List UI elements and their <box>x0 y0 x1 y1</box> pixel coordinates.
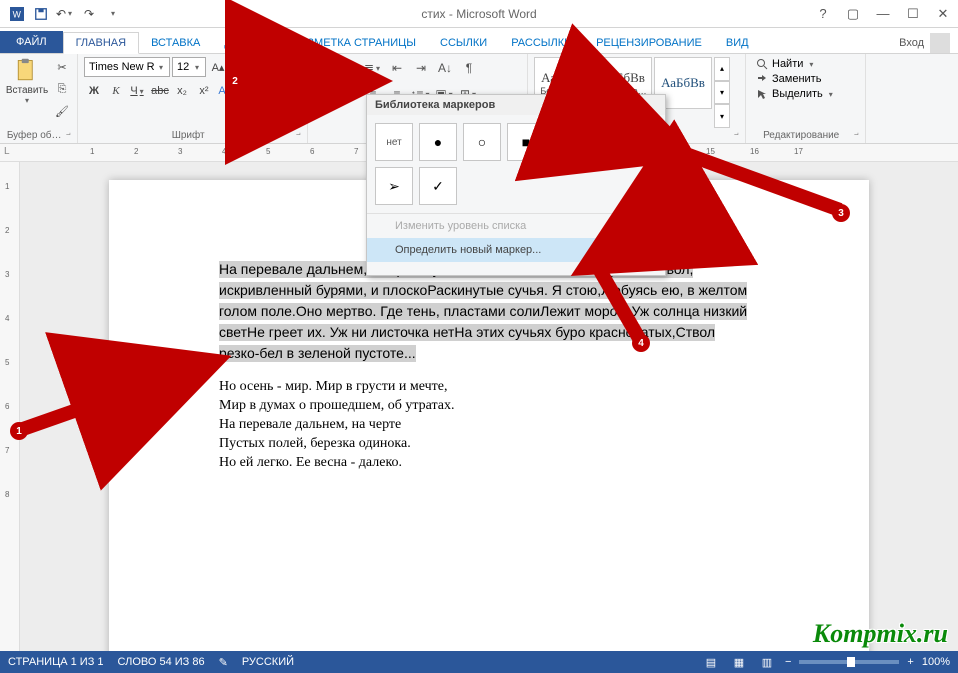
view-print-icon[interactable]: ▦ <box>729 654 749 670</box>
italic-button[interactable]: К <box>106 81 126 101</box>
tab-view[interactable]: ВИД <box>714 33 761 53</box>
status-words[interactable]: СЛОВО 54 ИЗ 86 <box>118 656 205 668</box>
signin-link[interactable]: Вход <box>899 37 924 49</box>
resize-grip-icon[interactable]: ⋰ <box>367 262 665 275</box>
bullet-define-new[interactable]: Определить новый маркер... <box>367 238 665 262</box>
word-icon[interactable]: W <box>6 3 28 25</box>
copy-icon[interactable]: ⎘ <box>52 79 72 99</box>
status-lang[interactable]: РУССКИЙ <box>242 656 294 668</box>
strike-button[interactable]: abc <box>150 81 170 101</box>
bullet-library-dropdown: Библиотека маркеров нет ● ○ ■ ✦ ❖ ➢ ✓ Из… <box>366 94 666 276</box>
increase-indent-icon[interactable]: ⇥ <box>410 57 432 79</box>
callout-badge-3: 3 <box>832 204 850 222</box>
callout-badge-1: 1 <box>10 422 28 440</box>
tab-references[interactable]: ССЫЛКИ <box>428 33 499 53</box>
zoom-value[interactable]: 100% <box>922 656 950 668</box>
tab-layout[interactable]: РАЗМЕТКА СТРАНИЦЫ <box>282 33 428 53</box>
bullet-none[interactable]: нет <box>375 123 413 161</box>
tab-mailings[interactable]: РАССЫЛКИ <box>499 33 584 53</box>
bullet-arrow[interactable]: ➢ <box>375 167 413 205</box>
maximize-icon[interactable]: ☐ <box>898 3 928 25</box>
clipboard-label: Буфер об… <box>6 128 71 141</box>
bullet-check[interactable]: ✓ <box>419 167 457 205</box>
underline-button[interactable]: Ч▾ <box>128 81 148 101</box>
bullet-change-level: Изменить уровень списка▸ <box>367 214 665 238</box>
tab-file[interactable]: ФАЙЛ <box>0 31 63 53</box>
watermark: Kompmix.ru <box>813 619 948 649</box>
editing-label: Редактирование <box>752 128 859 141</box>
group-editing: Найти▾ Заменить Выделить▾ Редактирование <box>746 54 866 143</box>
multilevel-button[interactable]: ≣▾ <box>362 57 384 79</box>
decrease-indent-icon[interactable]: ⇤ <box>386 57 408 79</box>
replace-button[interactable]: Заменить <box>752 72 839 86</box>
undo-icon[interactable]: ↶▾ <box>54 3 76 25</box>
bullet-disc[interactable]: ● <box>419 123 457 161</box>
minimize-icon[interactable]: — <box>868 3 898 25</box>
tab-home[interactable]: ГЛАВНАЯ <box>63 32 139 54</box>
zoom-out-icon[interactable]: − <box>785 656 791 668</box>
svg-text:W: W <box>13 9 22 19</box>
window-controls: ? ▢ — ☐ ✕ <box>808 3 958 25</box>
numbering-button[interactable]: 1≡▾ <box>338 57 360 79</box>
tab-review[interactable]: РЕЦЕНЗИРОВАНИЕ <box>584 33 714 53</box>
status-proofing-icon[interactable]: ✎ <box>219 656 228 669</box>
callout-badge-2: 2 <box>226 72 244 90</box>
zoom-in-icon[interactable]: + <box>907 656 913 668</box>
group-font: Times New R▾ 12▾ A▴ A▾ Aa▾ A̸ Ж К Ч▾ abc… <box>78 54 308 143</box>
zoom-slider[interactable] <box>799 660 899 664</box>
bullet-library-title: Библиотека маркеров <box>367 95 665 115</box>
ribbon-collapse-icon[interactable]: ▢ <box>838 3 868 25</box>
grow-font-icon[interactable]: A▴ <box>208 57 228 77</box>
status-bar: СТРАНИЦА 1 ИЗ 1 СЛОВО 54 ИЗ 86 ✎ РУССКИЙ… <box>0 651 958 673</box>
stanza-2: Но осень - мир. Мир в грусти и мечте,Мир… <box>219 378 759 472</box>
bold-button[interactable]: Ж <box>84 81 104 101</box>
save-icon[interactable] <box>30 3 52 25</box>
find-button[interactable]: Найти▾ <box>752 57 839 71</box>
cut-icon[interactable]: ✂ <box>52 57 72 77</box>
font-name-select[interactable]: Times New R▾ <box>84 57 170 77</box>
bullet-square[interactable]: ■ <box>507 123 545 161</box>
close-icon[interactable]: ✕ <box>928 3 958 25</box>
subscript-button[interactable]: x₂ <box>172 81 192 101</box>
ribbon-tabs: ФАЙЛ ГЛАВНАЯ ВСТАВКА ДИЗАЙН РАЗМЕТКА СТР… <box>0 28 958 54</box>
font-label: Шрифт <box>84 128 301 141</box>
group-clipboard: Вставить ▾ ✂ ⎘ 🖌 Буфер об… <box>0 54 78 143</box>
ruler-vertical[interactable]: 12345678 <box>0 162 20 651</box>
sort-icon[interactable]: A↓ <box>434 57 456 79</box>
bullet-diamonds[interactable]: ❖ <box>595 123 633 161</box>
show-marks-icon[interactable]: ¶ <box>458 57 480 79</box>
bullet-grid: нет ● ○ ■ ✦ ❖ ➢ ✓ <box>367 115 665 213</box>
bullets-button[interactable]: •≡▾ <box>314 57 336 79</box>
paste-button[interactable]: Вставить ▾ <box>6 57 48 128</box>
tab-insert[interactable]: ВСТАВКА <box>139 33 212 53</box>
callout-badge-4: 4 <box>632 334 650 352</box>
title-bar: W ↶▾ ↷ ▾ стих - Microsoft Word ? ▢ — ☐ ✕ <box>0 0 958 28</box>
status-page[interactable]: СТРАНИЦА 1 ИЗ 1 <box>8 656 104 668</box>
view-read-icon[interactable]: ▤ <box>701 654 721 670</box>
bullet-4diamond[interactable]: ✦ <box>551 123 589 161</box>
avatar[interactable] <box>930 33 950 53</box>
change-case-icon[interactable]: Aa▾ <box>252 57 272 77</box>
style-scroll[interactable]: ▴▾▾ <box>714 57 730 128</box>
align-center-icon[interactable]: ≡ <box>338 83 360 105</box>
qat-more-icon[interactable]: ▾ <box>102 3 124 25</box>
format-painter-icon[interactable]: 🖌 <box>52 101 72 121</box>
select-button[interactable]: Выделить▾ <box>752 87 839 101</box>
quick-access-toolbar: W ↶▾ ↷ ▾ <box>0 3 124 25</box>
font-size-select[interactable]: 12▾ <box>172 57 206 77</box>
align-left-icon[interactable]: ≡ <box>314 83 336 105</box>
window-title: стих - Microsoft Word <box>421 7 536 21</box>
view-web-icon[interactable]: ▥ <box>757 654 777 670</box>
tab-design[interactable]: ДИЗАЙН <box>212 33 281 53</box>
redo-icon[interactable]: ↷ <box>78 3 100 25</box>
clear-format-icon[interactable]: A̸ <box>274 57 294 77</box>
font-color-icon[interactable]: A▾ <box>260 81 280 101</box>
paste-label: Вставить <box>6 85 48 96</box>
bullet-circle[interactable]: ○ <box>463 123 501 161</box>
help-icon[interactable]: ? <box>808 3 838 25</box>
superscript-button[interactable]: x² <box>194 81 214 101</box>
